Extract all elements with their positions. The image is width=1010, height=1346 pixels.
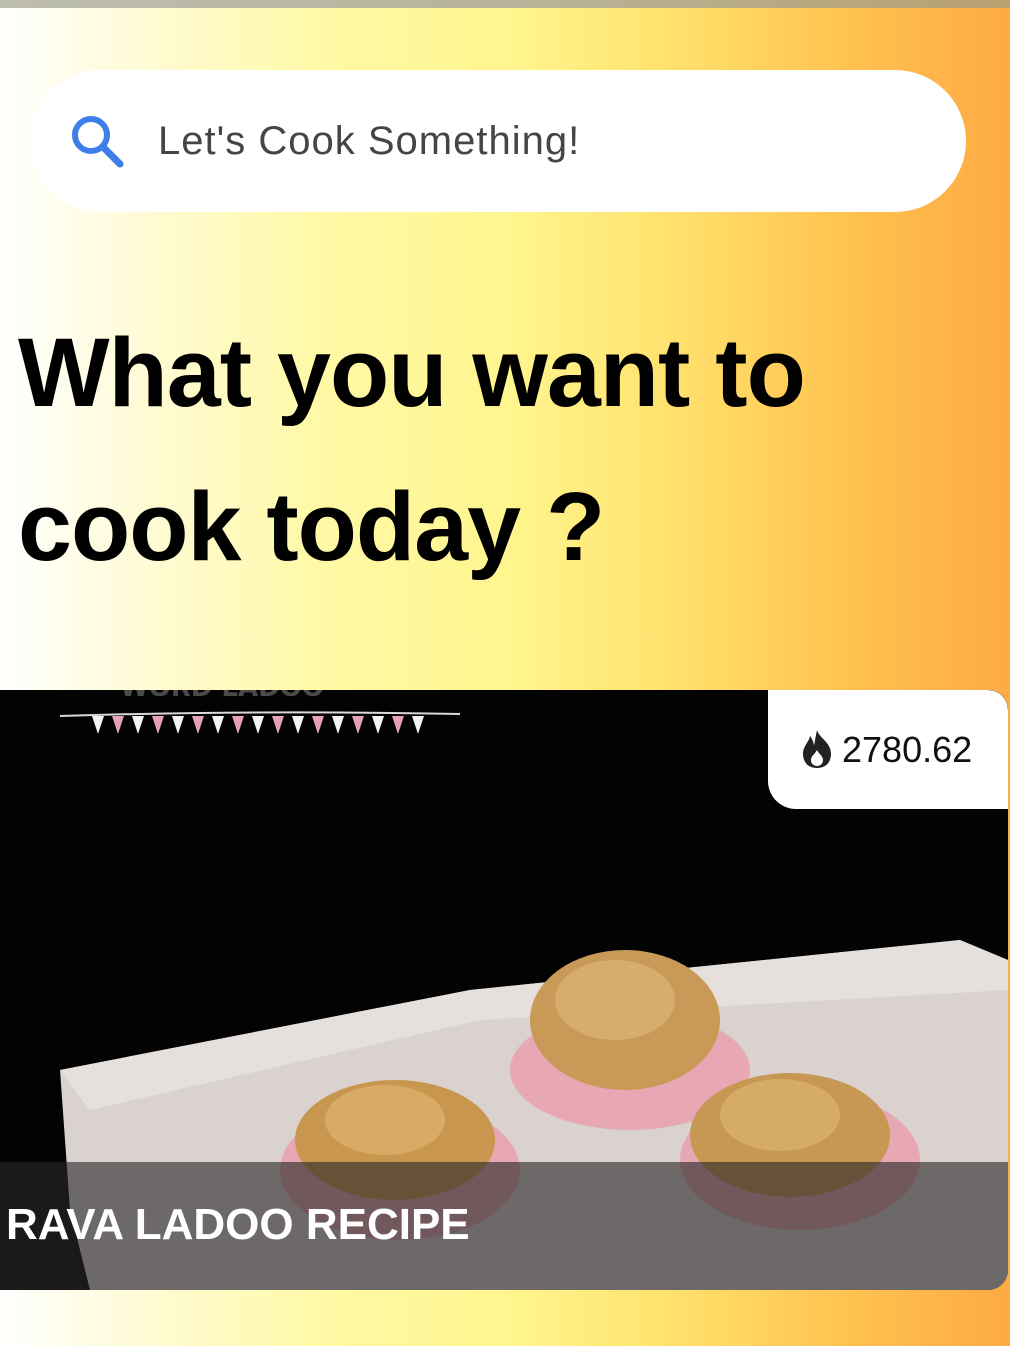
rating-badge: 2780.62 xyxy=(768,690,1008,809)
svg-text:WORD LADOO: WORD LADOO xyxy=(120,690,324,703)
recipe-title[interactable]: RAVA LADOO RECIPE xyxy=(6,1200,470,1250)
search-icon[interactable] xyxy=(68,112,126,170)
search-placeholder[interactable]: Let's Cook Something! xyxy=(158,116,580,166)
status-bar xyxy=(0,0,1010,8)
rating-value: 2780.62 xyxy=(842,729,973,770)
flame-icon xyxy=(803,730,831,768)
recipe-card[interactable]: WORD LADOO xyxy=(0,690,1008,1290)
page-title: What you want to cook today ? xyxy=(18,318,806,581)
